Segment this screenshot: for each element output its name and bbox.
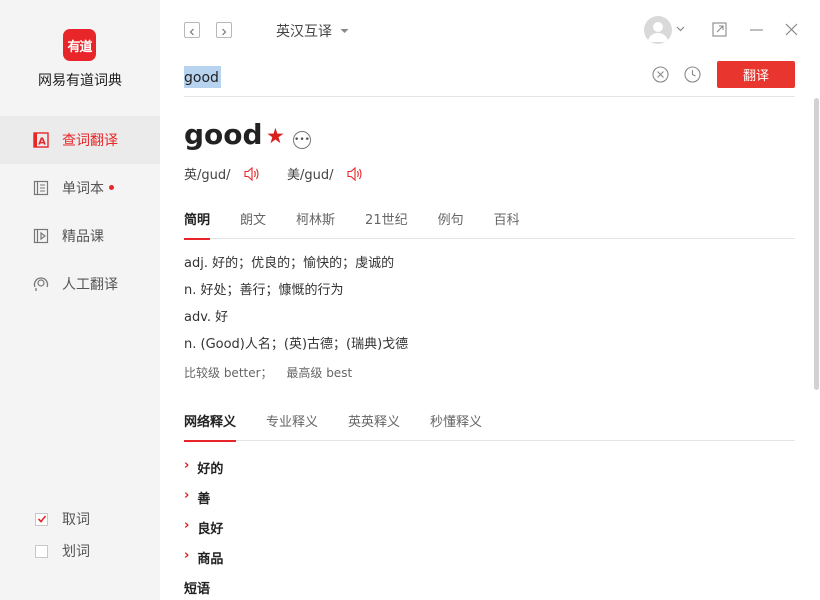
sidebar-item-course[interactable]: 精品课 [0,212,160,260]
list-item[interactable]: › 商品 [184,548,223,578]
chevron-right-icon: › [184,488,190,503]
web-definition-list: › 好的 › 善 › 良好 › 商品 [184,458,223,578]
list-item-label: 良好 [197,522,224,537]
tab-encyclopedia[interactable]: 百科 [494,209,520,239]
close-icon [784,22,799,37]
list-item-label: 商品 [197,552,224,567]
sidebar-item-label: 人工翻译 [62,277,118,293]
list-item[interactable]: › 善 [184,488,223,518]
notification-dot [109,184,114,190]
definition-line: adj. 好的；优良的；愉快的；虔诚的 [184,256,395,271]
definition-line: adv. 好 [184,310,229,325]
close-button[interactable] [783,21,799,37]
sidebar-nav: A 查词翻译 单词本 精品课 人工翻译 [0,116,160,308]
definition-line: n. (Good)人名；(英)古德；(瑞典)戈德 [184,337,409,352]
chevron-right-icon: › [184,518,190,533]
chevron-right-icon: › [184,458,190,473]
word-forms: 比较级 better； 最高级 best [184,364,408,381]
svg-text:A: A [38,137,46,148]
sidebar-item-dictionary[interactable]: A 查词翻译 [0,116,160,164]
headword: good [184,118,263,151]
expand-icon [711,21,727,37]
course-icon [32,227,50,245]
sidebar: 有道 网易有道词典 A 查词翻译 单词本 精品课 人工翻译 取词 划词 [0,0,160,600]
minimize-icon [749,22,764,37]
option-label: 取词 [62,512,90,528]
web-definition-tabs: 网络释义 专业释义 英英释义 秒懂释义 [184,411,795,442]
tab-english-english[interactable]: 英英释义 [348,411,400,441]
speaker-icon[interactable] [346,166,364,182]
list-item[interactable]: › 好的 [184,458,223,488]
history-button[interactable] [684,66,701,83]
sidebar-item-label: 查词翻译 [62,133,118,149]
sidebar-item-human-translate[interactable]: 人工翻译 [0,260,160,308]
scrollbar[interactable] [814,98,819,390]
sidebar-item-label: 单词本 [62,181,104,197]
divider [184,96,795,97]
capture-word-checkbox[interactable] [35,512,48,526]
sidebar-item-label: 精品课 [62,229,104,245]
tab-21st-century[interactable]: 21世纪 [365,209,408,239]
definitions: adj. 好的；优良的；愉快的；虔诚的 n. 好处；善行；慷慨的行为 adv. … [184,256,408,381]
clock-icon [684,66,701,83]
minimize-button[interactable] [748,21,764,37]
app-name: 网易有道词典 [38,73,122,89]
tab-quick-explain[interactable]: 秒懂释义 [430,411,482,441]
dictionary-tabs: 简明 朗文 柯林斯 21世纪 例句 百科 [184,209,795,240]
caret-down-icon [340,28,349,34]
phonetic-uk: 英/gud/ [184,164,261,183]
chevron-left-icon [188,21,196,40]
search-input[interactable] [184,66,624,90]
restore-window-button[interactable] [711,21,727,37]
tab-examples[interactable]: 例句 [438,209,464,239]
app-logo: 有道 [63,29,96,61]
back-button[interactable] [184,22,200,38]
language-select[interactable]: 英汉互译 [276,21,349,41]
sidebar-item-wordbook[interactable]: 单词本 [0,164,160,212]
phrases-heading: 短语 [184,582,211,597]
list-item-label: 好的 [197,462,224,477]
translate-button[interactable]: 翻译 [717,61,795,88]
main-panel: 英汉互译 翻译 [160,0,820,600]
avatar[interactable] [644,16,672,44]
clear-circle-icon [652,66,669,83]
human-translate-icon [32,275,50,293]
clear-search-button[interactable] [652,66,669,83]
speaker-icon[interactable] [243,166,261,182]
list-item[interactable]: › 良好 [184,518,223,548]
option-label: 划词 [62,544,90,560]
forward-button[interactable] [216,22,232,38]
tab-collins[interactable]: 柯林斯 [296,209,335,239]
tab-professional-definition[interactable]: 专业释义 [266,411,318,441]
tab-longman[interactable]: 朗文 [240,209,266,239]
comparative-form: 比较级 better； [184,366,273,380]
phonetic-label: 美/gud/ [287,168,334,183]
capture-options: 取词 划词 [35,503,90,567]
star-icon[interactable]: ★ [266,124,285,148]
tab-concise[interactable]: 简明 [184,209,211,240]
chevron-right-icon [220,21,228,40]
definition-line: n. 好处；善行；慷慨的行为 [184,283,344,298]
wordbook-icon [32,179,50,197]
superlative-form: 最高级 best [286,366,353,380]
account-menu-button[interactable] [674,21,686,37]
option-capture-word[interactable]: 取词 [35,503,90,535]
list-item-label: 善 [197,492,211,507]
select-word-checkbox[interactable] [35,544,48,558]
tab-web-definition[interactable]: 网络释义 [184,411,237,442]
dictionary-icon: A [32,131,50,149]
option-select-word[interactable]: 划词 [35,535,90,567]
chevron-right-icon: › [184,548,190,563]
phonetic-us: 美/gud/ [287,164,364,183]
chevron-down-icon [676,26,685,32]
phonetic-label: 英/gud/ [184,168,231,183]
more-options-icon[interactable]: ••• [293,131,311,149]
language-label: 英汉互译 [276,24,332,40]
